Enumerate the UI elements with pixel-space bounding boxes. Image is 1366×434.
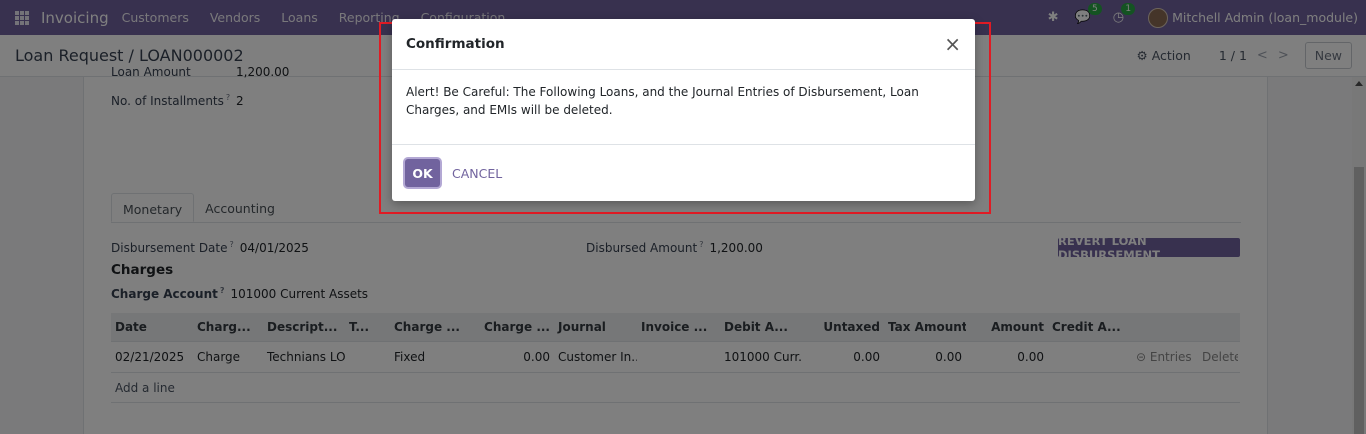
- dialog-message: Alert! Be Careful: The Following Loans, …: [392, 70, 975, 145]
- cancel-button[interactable]: CANCEL: [452, 166, 502, 181]
- dialog-header: Confirmation ×: [392, 19, 975, 70]
- close-icon[interactable]: ×: [944, 34, 961, 54]
- confirmation-dialog: Confirmation × Alert! Be Careful: The Fo…: [392, 19, 975, 201]
- ok-button[interactable]: OK: [405, 159, 440, 187]
- dialog-title: Confirmation: [406, 36, 505, 52]
- dialog-footer: OK CANCEL: [392, 145, 975, 201]
